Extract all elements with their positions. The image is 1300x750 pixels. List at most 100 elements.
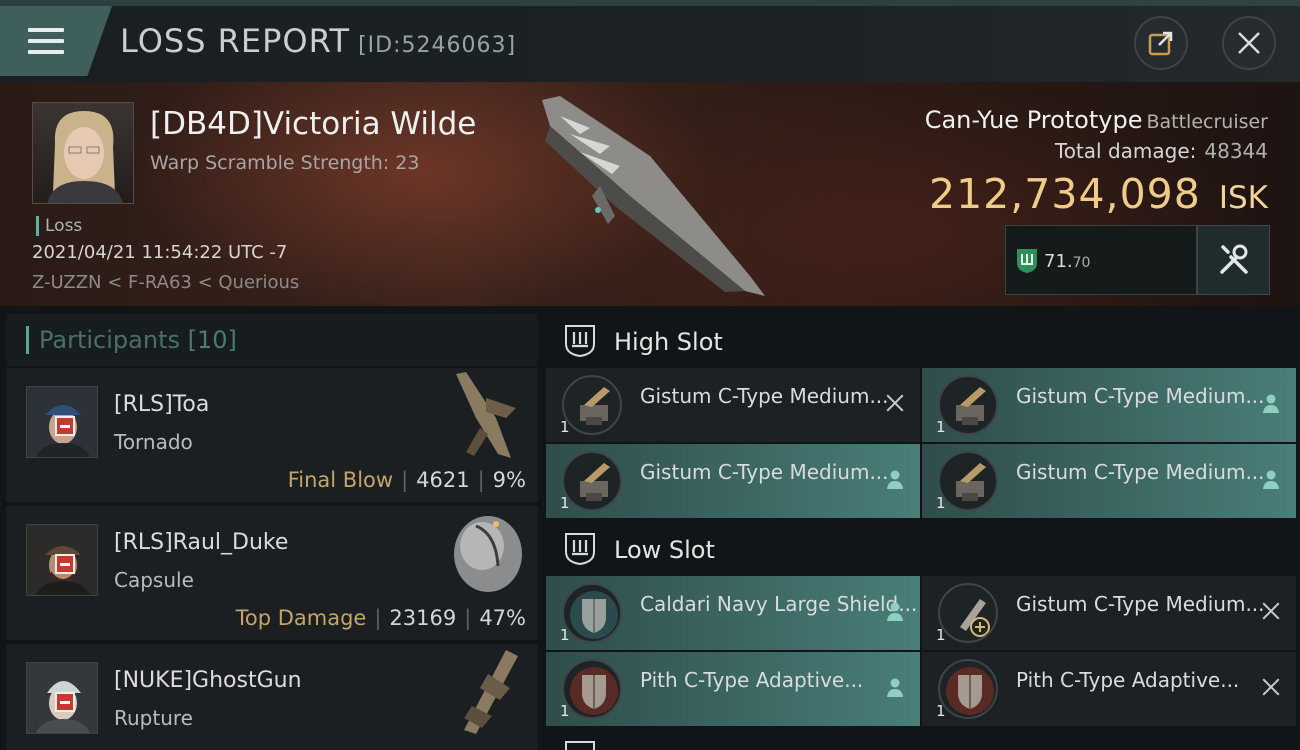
page-title-text: LOSS REPORT	[120, 22, 351, 60]
module-slot[interactable]: 1 Caldari Navy Large Shield...	[546, 576, 920, 650]
ship-class: Battlecruiser	[1146, 111, 1268, 133]
ehp-main: 71.	[1044, 251, 1073, 272]
turret-module-icon	[938, 451, 998, 511]
low-slot-icon	[565, 533, 595, 566]
participant-row[interactable]: [RLS]Raul_Duke Capsule Top Damage | 23169 |…	[6, 506, 538, 640]
fitted-person-icon	[887, 470, 903, 489]
participant-name[interactable]: [RLS]Toa	[114, 392, 209, 417]
close-button[interactable]	[1222, 16, 1276, 70]
top-damage-tag: Top Damage	[235, 606, 367, 630]
report-header: LOSS REPORT [ID:5246063]	[0, 0, 1300, 82]
module-name: Pith C-Type Adaptive...	[640, 668, 864, 692]
loss-location[interactable]: Z-UZZN < F-RA63 < Querious	[32, 272, 299, 293]
total-damage-value: 48344	[1204, 139, 1268, 163]
low-slot-header: Low Slot	[548, 518, 1300, 576]
participants-panel: Participants [10] [RLS]Toa Tornado Final…	[0, 306, 542, 750]
participants-title: Participants [10]	[26, 326, 237, 354]
low-slot-title: Low Slot	[614, 536, 715, 564]
shield-hardener-icon	[938, 659, 998, 719]
participant-ship: Capsule	[114, 568, 194, 592]
module-name: Gistum C-Type Medium...	[640, 384, 889, 408]
high-slot-icon	[565, 325, 595, 358]
ehp-decimal: 70	[1072, 255, 1091, 271]
turret-module-icon	[562, 451, 622, 511]
participants-count: [10]	[187, 326, 237, 354]
fitted-person-icon	[887, 678, 903, 697]
participant-name[interactable]: [NUKE]GhostGun	[114, 668, 302, 693]
fitted-person-icon	[1263, 470, 1279, 489]
hamburger-menu-icon	[28, 28, 64, 54]
module-name: Gistum C-Type Medium...	[1016, 460, 1265, 484]
hostile-flag-icon	[55, 554, 75, 574]
mid-slot-header	[548, 726, 1300, 750]
close-icon	[1238, 32, 1260, 54]
module-quantity: 1	[936, 702, 946, 720]
module-slot[interactable]: 1 Gistum C-Type Medium...	[922, 444, 1296, 518]
total-damage-label: Total damage:	[1054, 139, 1197, 163]
module-name: Gistum C-Type Medium...	[1016, 384, 1265, 408]
offline-x-icon	[884, 392, 906, 414]
fitting-tools-button[interactable]	[1197, 225, 1270, 295]
victim-name[interactable]: [DB4D]Victoria Wilde	[150, 106, 476, 142]
module-quantity: 1	[560, 494, 570, 512]
total-damage: Total damage: 48344	[1055, 139, 1268, 163]
victim-portrait[interactable]	[32, 102, 134, 204]
participant-row[interactable]: [RLS]Toa Tornado Final Blow | 4621 | 9%	[6, 368, 538, 502]
module-name: Pith C-Type Adaptive...	[1016, 668, 1240, 692]
hostile-flag-icon	[55, 416, 75, 436]
ehp-box: 71.70	[1005, 225, 1197, 295]
participant-ship: Rupture	[114, 706, 193, 730]
final-blow-tag: Final Blow	[287, 468, 394, 492]
loss-timestamp: 2021/04/21 11:54:22 UTC -7	[32, 242, 288, 263]
wrench-screwdriver-icon	[1219, 244, 1248, 274]
share-external-icon	[1148, 31, 1173, 56]
module-quantity: 1	[560, 626, 570, 644]
module-slot[interactable]: 1 Gistum C-Type Medium...	[546, 368, 920, 442]
ehp-value: 71.70	[1044, 251, 1090, 272]
module-quantity: 1	[936, 418, 946, 436]
victim-ship-image	[542, 96, 765, 296]
page-title: LOSS REPORT [ID:5246063]	[120, 22, 516, 60]
fitting-panel: High Slot 1 Gistum C-Type Medium... 1 Gi…	[542, 306, 1300, 750]
module-name: Caldari Navy Large Shield...	[640, 592, 918, 616]
share-button[interactable]	[1134, 16, 1188, 70]
offline-x-icon	[1260, 600, 1282, 622]
module-quantity: 1	[936, 494, 946, 512]
tornado-ship-icon	[456, 372, 516, 458]
shield-hardener-icon	[562, 659, 622, 719]
report-id: [ID:5246063]	[358, 33, 517, 58]
turret-module-icon	[938, 375, 998, 435]
fitted-person-icon	[887, 602, 903, 621]
module-quantity: 1	[560, 418, 570, 436]
high-slot-title: High Slot	[614, 328, 723, 356]
shield-tank-icon	[1017, 249, 1037, 273]
module-name: Gistum C-Type Medium...	[640, 460, 889, 484]
loss-status-tag: Loss	[36, 216, 82, 236]
ship-type-name: Can-Yue Prototype	[924, 106, 1143, 134]
damage-percent: 9%	[492, 468, 526, 492]
damage-value: 4621	[416, 468, 470, 492]
module-slot[interactable]: 1 Pith C-Type Adaptive...	[546, 652, 920, 726]
hostile-flag-icon	[55, 692, 75, 712]
participant-ship: Tornado	[114, 430, 193, 454]
module-slot[interactable]: 1 Gistum C-Type Medium...	[922, 368, 1296, 442]
module-quantity: 1	[560, 702, 570, 720]
shield-extender-icon	[562, 583, 622, 643]
ammo-charge-icon	[938, 583, 998, 643]
module-slot[interactable]: 1 Gistum C-Type Medium...	[546, 444, 920, 518]
high-slot-header: High Slot	[548, 310, 1300, 368]
ship-name[interactable]: Can-Yue Prototype Battlecruiser	[925, 106, 1268, 134]
damage-value: 23169	[389, 606, 457, 630]
participant-name[interactable]: [RLS]Raul_Duke	[114, 530, 288, 555]
participant-row[interactable]: [NUKE]GhostGun Rupture	[6, 644, 538, 750]
module-slot[interactable]: 1 Pith C-Type Adaptive...	[922, 652, 1296, 726]
module-name: Gistum C-Type Medium...	[1016, 592, 1265, 616]
module-slot[interactable]: 1 Gistum C-Type Medium...	[922, 576, 1296, 650]
module-quantity: 1	[936, 626, 946, 644]
participant-stats: Final Blow | 4621 | 9%	[287, 468, 526, 492]
fitted-person-icon	[1263, 394, 1279, 413]
isk-unit: ISK	[1218, 180, 1268, 216]
participant-stats: Top Damage | 23169 | 47%	[235, 606, 526, 630]
isk-value: 212,734,098	[929, 170, 1201, 218]
menu-button[interactable]	[0, 6, 112, 76]
